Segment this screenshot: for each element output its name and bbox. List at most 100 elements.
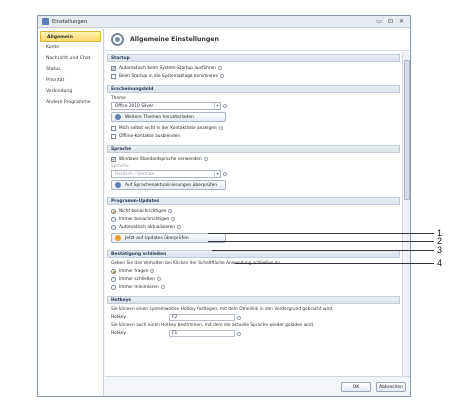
show-self-label: Mich selbst nicht in der Kontaktliste an… — [119, 125, 217, 131]
always-close-label: Immer schließen — [119, 276, 155, 282]
globe-icon — [115, 182, 121, 188]
info-icon — [177, 225, 182, 229]
windows-language-checkbox[interactable]: ✔ — [111, 156, 116, 162]
check-updates-label: Jetzt auf Updates überprüfen — [125, 235, 189, 241]
chevron-down-icon: ▾ — [214, 103, 220, 109]
minimize-icon[interactable]: ▭ — [376, 18, 382, 25]
hide-offline-checkbox[interactable] — [111, 133, 116, 139]
hotkey-label: Hotkey — [111, 315, 127, 320]
settings-content: Startup ✔ Automatisch beim System-Startup… — [105, 52, 402, 376]
close-option-minimize[interactable]: Immer minimieren — [111, 283, 396, 291]
callout-line-1 — [208, 233, 434, 234]
section-appearance: Erscheinungsbild Theme Office 2010 Silve… — [107, 85, 400, 143]
section-close-confirm: Bestätigung schließen Geben Sie das Verh… — [107, 250, 400, 294]
download-themes-label: Weitere Themen herunterladen — [125, 114, 194, 120]
sidebar-item-connection[interactable]: Verbindung — [38, 86, 103, 97]
app-icon — [42, 18, 49, 25]
update-option-auto[interactable]: Automatisch aktualisieren — [111, 223, 396, 231]
theme-select[interactable]: Office 2010 Silver ▾ — [111, 102, 221, 110]
minimize-label: Beim Startup in die Systemablage minimie… — [119, 73, 219, 79]
auto-start-label: Automatisch beim System-Startup ausführe… — [119, 65, 216, 71]
windows-language-label: Windows-Standardsprache verwenden — [119, 156, 202, 162]
info-icon — [156, 277, 161, 281]
info-icon — [168, 209, 173, 213]
settings-window: Einstellungen ▭ ⊡ ✕ Allgemein Konto Nach… — [37, 15, 411, 397]
sidebar-item-status[interactable]: Status — [38, 64, 103, 75]
always-minimize-label: Immer minimieren — [119, 284, 159, 290]
hotkey-input-1[interactable]: F2 — [169, 314, 235, 321]
callout-number-3: 3 — [437, 245, 443, 255]
language-label: Sprache — [111, 164, 129, 169]
section-hotkeys: Hotkeys Sie können einen systemweiten Ho… — [107, 296, 400, 341]
info-icon — [203, 157, 208, 161]
update-option-no-notify[interactable]: Nicht benachrichtigen — [111, 207, 396, 215]
hide-offline-option[interactable]: Offline-Kontakte ausblenden — [111, 132, 396, 140]
section-header: Erscheinungsbild — [107, 85, 400, 93]
no-notify-radio[interactable] — [111, 208, 116, 214]
close-icon[interactable]: ✕ — [399, 18, 404, 25]
dialog-footer: OK Abbrechen — [105, 376, 410, 396]
sidebar-item-message-chat[interactable]: Nachricht und Chat — [38, 53, 103, 64]
hotkey-input-2[interactable]: F1 — [169, 330, 235, 337]
chevron-down-icon: ▾ — [214, 171, 220, 177]
always-minimize-radio[interactable] — [111, 284, 116, 290]
check-language-label: Auf Sprachenaktualisierungen überprüfen — [125, 182, 218, 188]
ok-button[interactable]: OK — [341, 381, 371, 392]
language-value: Deutsch - German — [115, 171, 155, 177]
section-startup: Startup ✔ Automatisch beim System-Startup… — [107, 54, 400, 83]
auto-update-radio[interactable] — [111, 224, 116, 230]
hotkey-description-2: Sie können auch einen Hotkey bestimmen, … — [111, 323, 315, 328]
page-title: Allgemeine Einstellungen — [130, 36, 219, 43]
show-self-checkbox[interactable] — [111, 125, 116, 131]
always-close-radio[interactable] — [111, 276, 116, 282]
info-icon — [220, 74, 225, 78]
sidebar-item-other-programs[interactable]: Andere Programme — [38, 97, 103, 108]
info-icon — [171, 217, 176, 221]
gear-icon — [111, 33, 124, 46]
info-icon — [223, 104, 227, 108]
info-icon — [223, 172, 227, 176]
section-header: Hotkeys — [107, 296, 400, 304]
ask-radio[interactable] — [111, 268, 116, 274]
always-notify-label: Immer benachrichtigen — [119, 216, 170, 222]
sidebar: Allgemein Konto Nachricht und Chat Statu… — [38, 29, 104, 396]
section-header: Bestätigung schließen — [107, 250, 400, 258]
no-notify-label: Nicht benachrichtigen — [119, 208, 167, 214]
language-select[interactable]: Deutsch - German ▾ — [111, 170, 221, 178]
window-title: Einstellungen — [52, 18, 88, 25]
info-icon — [160, 285, 165, 289]
refresh-icon — [115, 235, 121, 241]
auto-update-label: Automatisch aktualisieren — [119, 224, 176, 230]
scrollbar-thumb[interactable] — [404, 60, 410, 200]
section-language: Sprache ✔ Windows-Standardsprache verwend… — [107, 145, 400, 195]
callout-number-4: 4 — [437, 258, 443, 268]
callout-line-2 — [208, 241, 434, 242]
ask-label: Immer fragen — [119, 268, 149, 274]
update-option-always-notify[interactable]: Immer benachrichtigen — [111, 215, 396, 223]
sidebar-item-account[interactable]: Konto — [38, 42, 103, 53]
maximize-icon[interactable]: ⊡ — [388, 18, 393, 25]
section-header: Startup — [107, 54, 400, 62]
sidebar-item-priority[interactable]: Priorität — [38, 75, 103, 86]
check-language-updates-button[interactable]: Auf Sprachenaktualisierungen überprüfen — [111, 180, 226, 190]
hotkey-label: Hotkey — [111, 331, 127, 336]
minimize-option[interactable]: Beim Startup in die Systemablage minimie… — [111, 72, 396, 80]
windows-language-option[interactable]: ✔ Windows-Standardsprache verwenden — [111, 155, 396, 163]
auto-start-checkbox[interactable]: ✔ — [111, 65, 116, 71]
auto-start-option[interactable]: ✔ Automatisch beim System-Startup ausführ… — [111, 64, 396, 72]
info-icon — [217, 66, 222, 70]
show-self-option[interactable]: Mich selbst nicht in der Kontaktliste an… — [111, 124, 396, 132]
globe-icon — [115, 114, 121, 120]
close-option-ask[interactable]: Immer fragen — [111, 267, 396, 275]
download-themes-button[interactable]: Weitere Themen herunterladen — [111, 112, 226, 122]
close-option-close[interactable]: Immer schließen — [111, 275, 396, 283]
minimize-checkbox[interactable] — [111, 73, 116, 79]
always-notify-radio[interactable] — [111, 216, 116, 222]
callout-line-4 — [235, 263, 434, 264]
main-panel: Allgemeine Einstellungen Startup ✔ Automa… — [105, 29, 410, 396]
page-header: Allgemeine Einstellungen — [105, 29, 410, 51]
callout-line-3 — [212, 250, 434, 251]
cancel-button[interactable]: Abbrechen — [376, 381, 406, 392]
vertical-scrollbar[interactable] — [402, 52, 410, 376]
sidebar-item-general[interactable]: Allgemein — [40, 31, 101, 42]
